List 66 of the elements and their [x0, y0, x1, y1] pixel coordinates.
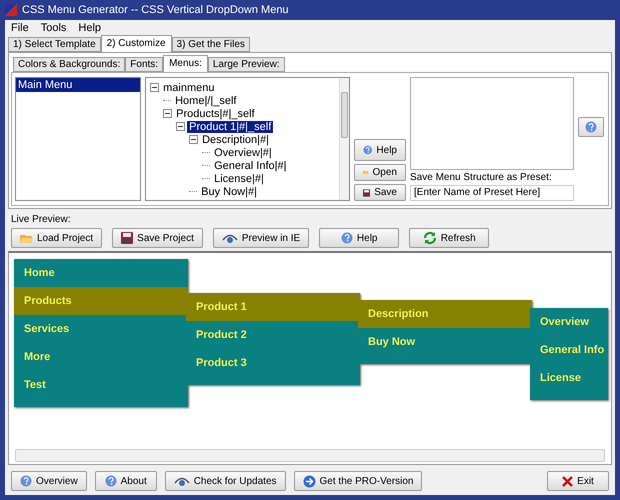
- menu-link[interactable]: Services: [14, 315, 188, 343]
- tab[interactable]: 1) Select Template: [8, 37, 101, 52]
- menu-link[interactable]: License: [530, 364, 608, 392]
- tree-node[interactable]: General Info|#|: [212, 160, 288, 172]
- tree-node[interactable]: Buy Now|#|: [199, 186, 259, 198]
- tree-button[interactable]: Open: [354, 164, 406, 181]
- minus-box-icon[interactable]: [163, 109, 172, 118]
- menu-link[interactable]: Buy Now: [358, 328, 532, 356]
- tree-node[interactable]: mainmenu: [161, 82, 216, 94]
- help-icon: [340, 232, 353, 244]
- menu-link[interactable]: Home: [14, 259, 188, 287]
- help-button[interactable]: [578, 117, 604, 137]
- menu-link[interactable]: General Info: [530, 336, 608, 364]
- tree-button[interactable]: Help: [354, 139, 406, 161]
- preset-label: Save Menu Structure as Preset:: [410, 172, 553, 183]
- minus-box-icon[interactable]: [176, 122, 186, 131]
- toolbar-button[interactable]: Save Project: [112, 228, 203, 248]
- toolbar-button[interactable]: Refresh: [409, 228, 490, 248]
- toolbar-button[interactable]: Help: [319, 228, 400, 248]
- app-icon: [5, 4, 17, 16]
- arrow-icon: [302, 474, 316, 488]
- tab[interactable]: Menus:: [163, 55, 208, 72]
- footer-button[interactable]: Overview: [11, 471, 87, 491]
- tab[interactable]: Colors & Backgrounds:: [13, 57, 126, 72]
- close-icon: [562, 476, 574, 486]
- help-icon: [585, 121, 597, 133]
- footer-button[interactable]: Check for Updates: [164, 471, 286, 491]
- live-preview-label: Live Preview:: [11, 214, 70, 225]
- list-item[interactable]: Main Menu: [16, 78, 140, 92]
- help-icon: [363, 144, 372, 156]
- tree-button[interactable]: Save: [354, 184, 406, 201]
- menu-link[interactable]: Product 3: [186, 349, 360, 377]
- minus-box-icon[interactable]: [150, 83, 160, 92]
- tab[interactable]: Fonts:: [125, 57, 164, 72]
- menu-link[interactable]: More: [14, 343, 188, 371]
- scrollbar[interactable]: [339, 78, 349, 200]
- tree-node[interactable]: Products|#|_self: [174, 108, 257, 120]
- toolbar-button[interactable]: Load Project: [11, 228, 102, 248]
- menu-link[interactable]: Overview: [530, 308, 608, 336]
- refresh-icon: [422, 231, 437, 245]
- tab[interactable]: 2) Customize: [100, 35, 172, 52]
- horizontal-scrollbar[interactable]: [15, 449, 605, 462]
- tree-node[interactable]: Home|/|_self: [173, 94, 238, 106]
- tab[interactable]: Large Preview:: [208, 57, 285, 72]
- menu-item[interactable]: Tools: [40, 22, 66, 34]
- menu-link[interactable]: Product 2: [186, 321, 360, 349]
- eye-icon: [222, 232, 238, 244]
- eye-icon: [174, 476, 190, 486]
- minus-box-icon[interactable]: [189, 135, 198, 144]
- help-icon: [20, 475, 32, 487]
- menu-link[interactable]: Test: [14, 371, 188, 399]
- menu-item[interactable]: File: [11, 22, 29, 34]
- footer-button[interactable]: Exit: [547, 471, 609, 491]
- footer-button[interactable]: Get the PRO-Version: [294, 471, 422, 491]
- tab[interactable]: 3) Get the Files: [172, 37, 250, 52]
- tree-node[interactable]: Overview|#|: [212, 146, 274, 158]
- tree-node[interactable]: Description|#|: [200, 134, 271, 146]
- toolbar-button[interactable]: Preview in IE: [212, 228, 310, 248]
- folder-icon: [20, 232, 33, 244]
- help-icon: [104, 475, 117, 487]
- tree-node[interactable]: License|#|: [212, 172, 266, 184]
- footer-button[interactable]: About: [94, 471, 157, 491]
- preset-name-field[interactable]: [Enter Name of Preset Here]: [410, 184, 574, 201]
- window-title: CSS Menu Generator -- CSS Vertical DropDown Menu: [22, 4, 289, 16]
- menu-item[interactable]: Help: [78, 22, 102, 34]
- tree-node[interactable]: Product 1|#|_self: [187, 120, 274, 132]
